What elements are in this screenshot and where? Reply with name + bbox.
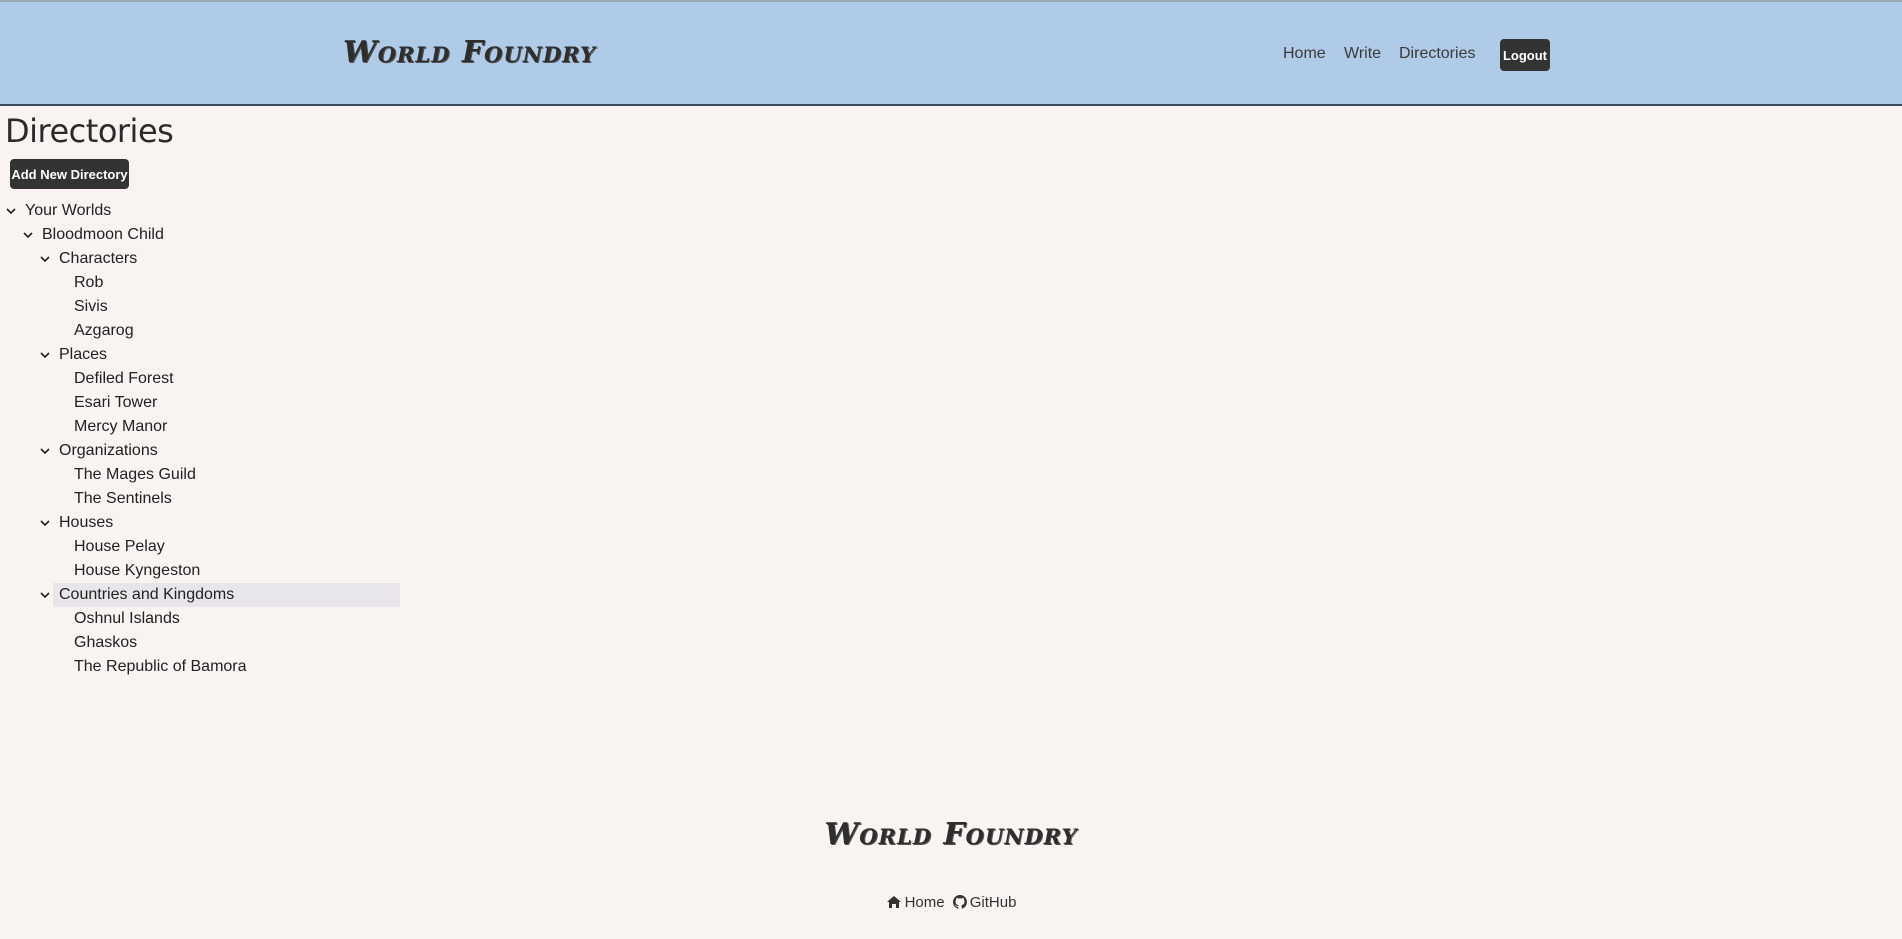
tree-leaf-label: Ghaskos — [74, 634, 138, 651]
nav-home-link[interactable]: Home — [1283, 45, 1326, 63]
brand-logo[interactable]: World Foundry — [343, 35, 596, 70]
tree-leaf-label: The Mages Guild — [74, 466, 196, 483]
tree-leaf[interactable]: Ghaskos — [71, 631, 137, 655]
tree-node-label: Places — [59, 346, 108, 363]
tree-leaf[interactable]: Defiled Forest — [71, 367, 174, 391]
tree-group-houses[interactable]: Houses — [40, 511, 114, 535]
footer-home-label: Home — [904, 894, 945, 911]
chevron-down-icon[interactable] — [39, 439, 51, 463]
tree-node-label: Countries and Kingdoms — [59, 586, 235, 603]
logout-button[interactable]: Logout — [1500, 39, 1550, 71]
nav-write-link[interactable]: Write — [1344, 45, 1381, 63]
tree-leaf[interactable]: Azgarog — [71, 319, 134, 343]
tree-leaf-label: House Kyngeston — [74, 562, 201, 579]
tree-leaf[interactable]: Mercy Manor — [71, 415, 167, 439]
tree-node-label: Bloodmoon Child — [42, 226, 164, 243]
chevron-down-icon[interactable] — [39, 583, 51, 607]
tree-leaf[interactable]: Sivis — [71, 295, 108, 319]
github-icon — [952, 895, 967, 909]
page-footer: World Foundry Home GitHub — [0, 800, 1902, 939]
tree-leaf[interactable]: The Mages Guild — [71, 463, 196, 487]
chevron-down-icon[interactable] — [39, 511, 51, 535]
page-title: Directories — [5, 112, 174, 150]
tree-leaf-label: Rob — [74, 274, 104, 291]
tree-leaf-label: Azgarog — [74, 322, 134, 339]
tree-leaf-label: House Pelay — [74, 538, 165, 555]
footer-links: Home GitHub — [0, 894, 1902, 911]
tree-leaf-label: The Sentinels — [74, 490, 172, 507]
tree-group-places[interactable]: Places — [40, 343, 108, 367]
home-icon — [886, 896, 901, 908]
footer-github-link[interactable]: GitHub — [952, 894, 1017, 911]
tree-node-world[interactable]: Bloodmoon Child — [23, 223, 164, 247]
chevron-down-icon[interactable] — [22, 223, 34, 247]
tree-leaf-label: The Republic of Bamora — [74, 658, 247, 675]
tree-leaf-label: Mercy Manor — [74, 418, 168, 435]
tree-node-label: Your Worlds — [25, 202, 112, 219]
chevron-down-icon[interactable] — [39, 247, 51, 271]
tree-leaf[interactable]: House Pelay — [71, 535, 165, 559]
tree-leaf[interactable]: House Kyngeston — [71, 559, 200, 583]
footer-brand-logo: World Foundry — [824, 817, 1078, 852]
top-navbar: World Foundry Home Write Directories Log… — [0, 2, 1902, 106]
add-new-directory-button[interactable]: Add New Directory — [10, 159, 129, 189]
tree-node-root[interactable]: Your Worlds — [6, 199, 112, 223]
tree-group-organizations[interactable]: Organizations — [40, 439, 158, 463]
footer-github-label: GitHub — [969, 894, 1017, 911]
tree-leaf-label: Oshnul Islands — [74, 610, 180, 627]
chevron-down-icon[interactable] — [39, 343, 51, 367]
tree-leaf[interactable]: Rob — [71, 271, 103, 295]
tree-leaf[interactable]: The Republic of Bamora — [71, 655, 247, 679]
tree-leaf-label: Defiled Forest — [74, 370, 174, 387]
tree-leaf[interactable]: Esari Tower — [71, 391, 157, 415]
tree-leaf-label: Esari Tower — [74, 394, 158, 411]
nav-directories-link[interactable]: Directories — [1399, 45, 1475, 63]
footer-home-link[interactable]: Home — [886, 894, 945, 911]
tree-leaf[interactable]: The Sentinels — [71, 487, 172, 511]
tree-node-label: Organizations — [59, 442, 158, 459]
tree-group-countries-and-kingdoms[interactable]: Countries and Kingdoms — [40, 583, 400, 607]
tree-leaf[interactable]: Oshnul Islands — [71, 607, 180, 631]
tree-leaf-label: Sivis — [74, 298, 108, 315]
tree-group-characters[interactable]: Characters — [40, 247, 138, 271]
tree-node-label: Characters — [59, 250, 138, 267]
tree-node-label: Houses — [59, 514, 114, 531]
chevron-down-icon[interactable] — [5, 199, 17, 223]
